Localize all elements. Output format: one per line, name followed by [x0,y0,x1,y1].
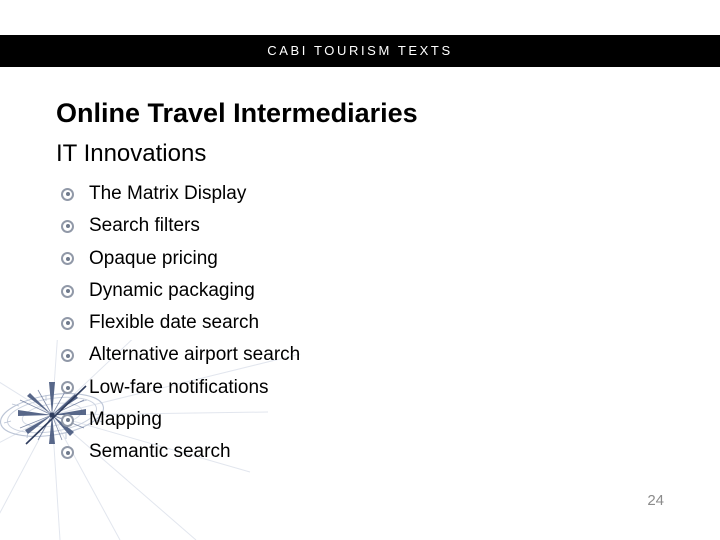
list-item-label: Low-fare notifications [89,376,269,398]
target-bullet-icon [61,187,74,201]
list-item-label: Alternative airport search [89,344,301,366]
list-item: Flexible date search [56,307,616,339]
target-bullet-icon [61,284,74,298]
list-item: Semantic search [56,436,616,468]
list-item: Opaque pricing [56,243,616,275]
list-item-label: Semantic search [89,441,231,463]
compass-center [49,412,55,418]
list-item-label: The Matrix Display [89,183,247,204]
target-bullet-icon [61,252,74,266]
header-band: CABI TOURISM TEXTS [0,35,720,67]
bullet-list: The Matrix Display Search filters Opaque… [56,178,616,469]
target-bullet-icon [61,381,74,395]
list-item-label: Search filters [89,215,200,237]
list-item: Dynamic packaging [56,275,616,307]
list-item-label: Mapping [89,409,162,431]
list-item: The Matrix Display [56,178,616,210]
page-number: 24 [647,492,664,509]
list-item: Search filters [56,210,616,242]
slide-subtitle: IT Innovations [56,140,207,167]
list-item: Alternative airport search [56,339,616,371]
header-title: CABI TOURISM TEXTS [267,43,453,58]
list-item: Low-fare notifications [56,372,616,404]
target-bullet-icon [61,349,74,363]
target-bullet-icon [61,219,74,233]
target-bullet-icon [61,413,74,427]
list-item-label: Opaque pricing [89,247,218,269]
list-item-label: Dynamic packaging [89,279,255,301]
list-item-label: Flexible date search [89,312,260,334]
list-item: Mapping [56,404,616,436]
slide-title: Online Travel Intermediaries [56,98,418,128]
slide: CABI TOURISM TEXTS Online Travel Interme… [0,0,720,540]
target-bullet-icon [61,446,74,460]
target-bullet-icon [61,316,74,330]
